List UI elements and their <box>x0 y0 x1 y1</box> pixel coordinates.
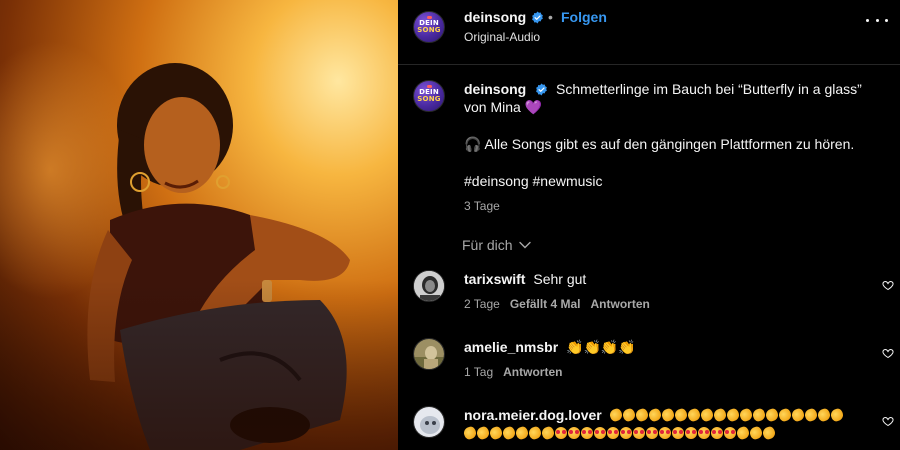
verified-badge-icon <box>536 83 547 96</box>
heart-eyes-emoji <box>568 427 580 439</box>
more-options-icon[interactable] <box>866 16 888 24</box>
follow-button[interactable]: Folgen <box>561 9 607 25</box>
verified-badge-icon <box>532 11 544 23</box>
clapping-hands-emoji <box>735 425 751 441</box>
heart-eyes-emoji <box>646 427 658 439</box>
clapping-hands-emoji <box>698 407 715 423</box>
comment-username[interactable]: nora.meier.dog.lover <box>464 407 602 423</box>
clapping-hands-emoji <box>514 425 530 441</box>
clapping-hands-emoji <box>672 407 689 423</box>
post-header: DEIN SONG deinsong • Folgen Original-Aud… <box>398 0 900 64</box>
comment-emoji-text <box>607 407 845 423</box>
comment-body: amelie_nmsbr 👏👏👏👏 <box>464 338 874 356</box>
clapping-hands-emoji <box>711 407 728 423</box>
comment-emoji-text <box>462 425 777 441</box>
heart-icon[interactable] <box>882 415 894 427</box>
comment-text: Sehr gut <box>533 271 587 287</box>
caption-hashtags[interactable]: #deinsong #newmusic <box>464 173 603 189</box>
post-video[interactable] <box>0 0 398 450</box>
clapping-hands-emoji <box>527 425 543 441</box>
clapping-hands-emoji <box>802 407 819 423</box>
clapping-hands-emoji <box>828 407 845 423</box>
comment-likes[interactable]: Gefällt 4 Mal <box>510 297 581 311</box>
author-avatar[interactable]: DEIN SONG <box>413 11 445 43</box>
comment-time: 2 Tage <box>464 297 500 311</box>
post-caption: deinsong Schmetterlinge im Bauch bei “Bu… <box>464 80 864 116</box>
clapping-hands-emoji <box>761 425 777 441</box>
heart-eyes-emoji <box>594 427 606 439</box>
post-view: DEIN SONG deinsong • Folgen Original-Aud… <box>0 0 900 450</box>
heart-eyes-emoji <box>724 427 736 439</box>
heart-eyes-emoji <box>555 427 567 439</box>
avatar-photo <box>414 271 444 301</box>
translation-label: Für dich <box>462 237 513 253</box>
caption-username[interactable]: deinsong <box>464 81 526 97</box>
clapping-hands-emoji <box>815 407 832 423</box>
clapping-hands-emoji <box>540 425 556 441</box>
clapping-hands-emoji <box>462 425 478 441</box>
comment-reply-button[interactable]: Antworten <box>591 297 650 311</box>
avatar-logo-dot <box>427 16 432 19</box>
author-username-row: deinsong <box>464 9 544 25</box>
caption-author-avatar[interactable]: DEIN SONG <box>413 80 445 112</box>
avatar-logo-text-bottom: SONG <box>417 95 441 103</box>
comment-meta: 1 Tag Antworten <box>464 365 562 379</box>
heart-eyes-emoji <box>633 427 645 439</box>
header-separator: • <box>548 9 553 25</box>
clapping-hands-emoji <box>737 407 754 423</box>
avatar-photo <box>414 339 444 369</box>
heart-eyes-emoji <box>607 427 619 439</box>
clapping-hands-emoji <box>750 407 767 423</box>
comment-body: nora.meier.dog.lover <box>462 406 874 442</box>
clapping-hands-emoji <box>685 407 702 423</box>
comment-avatar[interactable] <box>413 406 445 438</box>
clapping-hands-emoji <box>607 407 624 423</box>
comment-body: tarixswift Sehr gut <box>464 270 874 288</box>
comment-reply-button[interactable]: Antworten <box>503 365 562 379</box>
comment-avatar[interactable] <box>413 338 445 370</box>
clapping-hands-emoji <box>789 407 806 423</box>
video-shadow <box>0 280 398 450</box>
comment-time: 1 Tag <box>464 365 494 379</box>
original-audio-link[interactable]: Original-Audio <box>464 30 540 44</box>
caption-platforms-line: 🎧 Alle Songs gibt es auf den gängingen P… <box>464 136 855 152</box>
comment-avatar[interactable] <box>413 270 445 302</box>
heart-eyes-emoji <box>672 427 684 439</box>
author-username[interactable]: deinsong <box>464 9 526 25</box>
header-divider <box>398 64 900 65</box>
heart-icon[interactable] <box>882 347 894 359</box>
clapping-hands-emoji <box>633 407 650 423</box>
heart-eyes-emoji <box>620 427 632 439</box>
heart-eyes-emoji <box>659 427 671 439</box>
clapping-hands-emoji <box>646 407 663 423</box>
heart-eyes-emoji <box>685 427 697 439</box>
heart-eyes-emoji <box>698 427 710 439</box>
more-dot <box>866 18 869 22</box>
translation-toggle[interactable]: Für dich <box>462 237 531 253</box>
heart-eyes-emoji <box>711 427 723 439</box>
clapping-hands-emoji <box>763 407 780 423</box>
avatar-logo-dot <box>427 85 432 88</box>
clapping-hands-emoji <box>748 425 764 441</box>
comment-username[interactable]: tarixswift <box>464 271 525 287</box>
caption-timestamp: 3 Tage <box>464 199 500 213</box>
more-dot <box>875 18 879 22</box>
heart-eyes-emoji <box>581 427 593 439</box>
clapping-hands-emoji <box>488 425 504 441</box>
clapping-hands-emoji <box>620 407 637 423</box>
comment-meta: 2 Tage Gefällt 4 Mal Antworten <box>464 297 650 311</box>
chevron-down-icon <box>518 241 531 249</box>
clapping-hands-emoji <box>776 407 793 423</box>
more-dot <box>885 18 888 22</box>
avatar-logo-text-bottom: SONG <box>417 26 441 34</box>
clapping-hands-emoji <box>475 425 491 441</box>
clapping-hands-emoji <box>659 407 676 423</box>
clapping-hands-emoji <box>501 425 517 441</box>
heart-icon[interactable] <box>882 279 894 291</box>
post-sidebar: DEIN SONG deinsong • Folgen Original-Aud… <box>398 0 900 450</box>
avatar-photo <box>414 407 444 437</box>
comment-text: 👏👏👏👏 <box>566 339 636 355</box>
clapping-hands-emoji <box>724 407 741 423</box>
comment-username[interactable]: amelie_nmsbr <box>464 339 558 355</box>
